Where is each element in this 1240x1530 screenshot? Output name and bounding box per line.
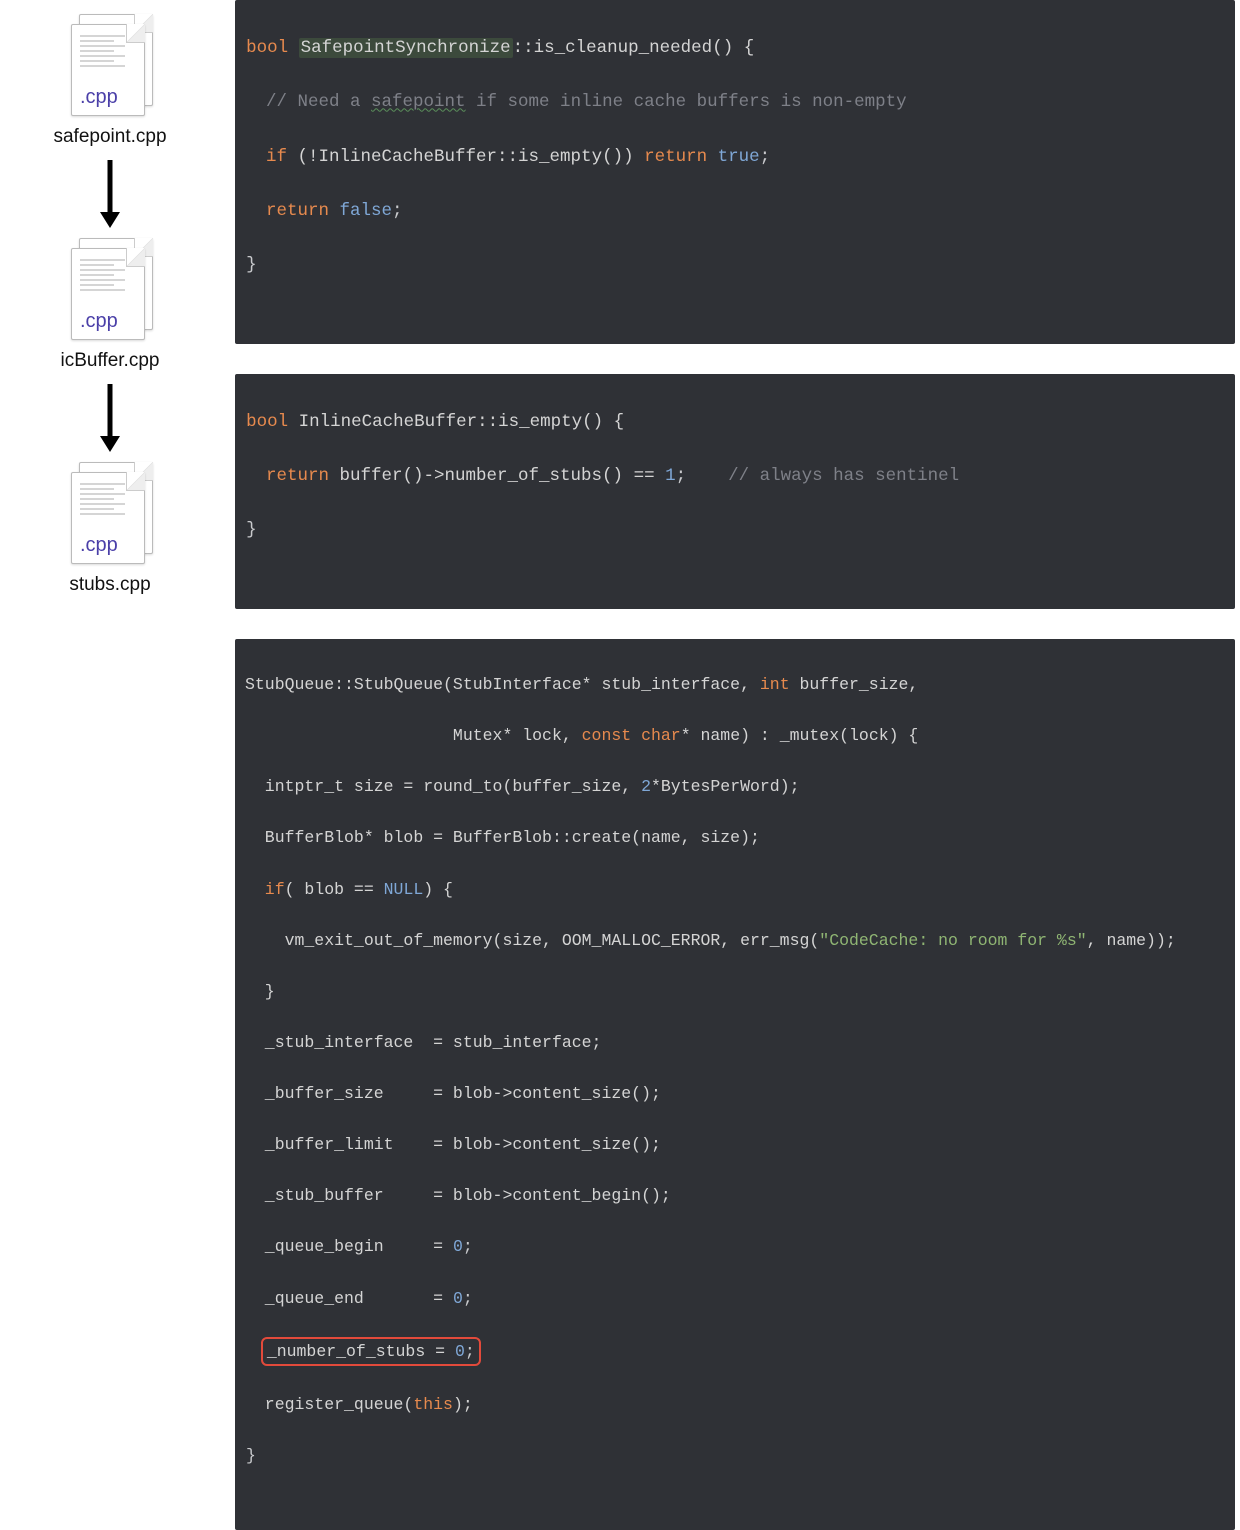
arrow-down-icon [98,158,122,228]
arrow-down-icon [98,382,122,452]
file-icbuffer: .cpp icBuffer.cpp [61,234,160,372]
cpp-file-icon: .cpp [65,234,155,344]
code-block-icbuffer: bool InlineCacheBuffer::is_empty() { ret… [235,374,1235,609]
cpp-file-icon: .cpp [65,458,155,568]
file-label-icbuffer: icBuffer.cpp [61,350,160,372]
file-ext-label: .cpp [80,534,118,557]
code-block-stubs: StubQueue::StubQueue(StubInterface* stub… [235,639,1235,1530]
file-safepoint: .cpp safepoint.cpp [53,10,166,148]
code-column: bool SafepointSynchronize::is_cleanup_ne… [235,0,1235,1530]
highlight-number-of-stubs: _number_of_stubs = 0; [261,1337,481,1367]
cpp-file-icon: .cpp [65,10,155,120]
file-label-stubs: stubs.cpp [69,574,150,596]
file-ext-label: .cpp [80,86,118,109]
file-sidebar: .cpp safepoint.cpp .cpp icBuffer.cpp [0,0,220,850]
file-stubs: .cpp stubs.cpp [65,458,155,596]
code-block-safepoint: bool SafepointSynchronize::is_cleanup_ne… [235,0,1235,344]
file-ext-label: .cpp [80,310,118,333]
file-label-safepoint: safepoint.cpp [53,126,166,148]
